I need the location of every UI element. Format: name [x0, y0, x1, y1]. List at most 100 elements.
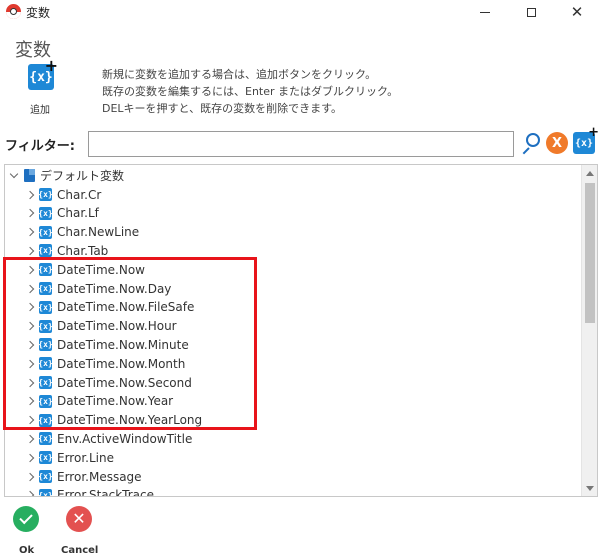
- chevron-right-icon[interactable]: [24, 264, 36, 276]
- tree-item[interactable]: {x} Error.StackTrace: [5, 486, 581, 497]
- variable-icon: {x}: [38, 357, 53, 371]
- tree-item[interactable]: {x} Error.Message: [5, 467, 581, 486]
- tree-item-label: Char.Tab: [57, 243, 109, 258]
- tree-item-label: DateTime.Now.Day: [57, 281, 172, 296]
- tree-item[interactable]: {x} Char.NewLine: [5, 223, 581, 242]
- variable-icon: {x}: [38, 394, 53, 408]
- variable-icon: {x}: [38, 263, 53, 277]
- chevron-right-icon[interactable]: [24, 226, 36, 238]
- help-text-line: DELキーを押すと、既存の変数を削除できます。: [102, 102, 343, 115]
- cancel-button[interactable]: ✕: [66, 506, 92, 532]
- chevron-right-icon[interactable]: [24, 320, 36, 332]
- help-text-line: 新規に変数を追加する場合は、追加ボタンをクリック。: [102, 68, 377, 81]
- chevron-right-icon[interactable]: [24, 489, 36, 496]
- tree-item[interactable]: {x} DateTime.Now.Second: [5, 373, 581, 392]
- tree-item-label: DateTime.Now.Year: [57, 394, 174, 409]
- tree-item-label: DateTime.Now.FileSafe: [57, 300, 195, 315]
- tree-item[interactable]: {x} Char.Tab: [5, 241, 581, 260]
- variable-icon: {x}: [38, 244, 53, 258]
- chevron-right-icon[interactable]: [24, 189, 36, 201]
- folder-icon: [24, 169, 35, 182]
- scroll-up-icon[interactable]: [582, 165, 597, 181]
- close-icon: ✕: [72, 509, 86, 528]
- tree-item-label: DateTime.Now.Minute: [57, 337, 189, 352]
- app-icon: [6, 4, 21, 19]
- help-text-line: 既存の変数を編集するには、Enter またはダブルクリック。: [102, 85, 399, 98]
- add-button-label: 追加: [30, 105, 50, 116]
- chevron-right-icon[interactable]: [24, 207, 36, 219]
- add-variable-button[interactable]: {x} +: [28, 58, 58, 90]
- chevron-right-icon[interactable]: [24, 433, 36, 445]
- chevron-down-icon[interactable]: [8, 170, 20, 182]
- variable-icon: {x}: [38, 413, 53, 427]
- cancel-label: Cancel: [61, 545, 99, 556]
- chevron-right-icon[interactable]: [24, 471, 36, 483]
- tree-item-label: DateTime.Now: [57, 262, 145, 277]
- vertical-scrollbar[interactable]: [581, 165, 597, 496]
- variable-icon: {x}: [38, 488, 53, 496]
- tree-item-label: DateTime.Now.YearLong: [57, 413, 203, 428]
- tree-item[interactable]: {x} Error.Line: [5, 448, 581, 467]
- tree-item-label: Error.Message: [57, 469, 142, 484]
- tree-item[interactable]: {x} Char.Lf: [5, 204, 581, 223]
- tree-item-label: Error.Line: [57, 450, 114, 465]
- ok-label: Ok: [19, 545, 35, 556]
- chevron-right-icon[interactable]: [24, 358, 36, 370]
- clear-filter-button[interactable]: X: [546, 132, 568, 154]
- variable-icon: {x}: [38, 282, 53, 295]
- search-icon-handle: [522, 147, 530, 155]
- tree-root-row[interactable]: デフォルト変数: [5, 166, 581, 185]
- variable-icon: {x}: [38, 319, 53, 333]
- variable-icon: {x}: [38, 206, 53, 220]
- tree-item[interactable]: {x} DateTime.Now.Hour: [5, 317, 581, 336]
- tree-item-label: DateTime.Now.Second: [57, 375, 192, 390]
- close-button[interactable]: ✕: [554, 0, 600, 24]
- tree-item[interactable]: {x} DateTime.Now.Year: [5, 392, 581, 411]
- tree-root-label: デフォルト変数: [40, 169, 125, 183]
- filter-input[interactable]: [88, 131, 514, 157]
- add-variable-small-button[interactable]: {x} +: [573, 126, 599, 154]
- tree-item-label: DateTime.Now.Month: [57, 356, 186, 371]
- tree-item[interactable]: {x} DateTime.Now.Minute: [5, 335, 581, 354]
- tree-item[interactable]: {x} DateTime.Now.FileSafe: [5, 298, 581, 317]
- window-title: 変数: [26, 6, 51, 20]
- tree-item[interactable]: {x} DateTime.Now.Day: [5, 279, 581, 298]
- variable-icon: {x}: [38, 225, 53, 239]
- close-icon: ✕: [570, 2, 584, 21]
- minimize-icon: [480, 11, 490, 13]
- chevron-right-icon[interactable]: [24, 339, 36, 351]
- variable-tree[interactable]: デフォルト変数 {x} Char.Cr {x} Char.Lf {x} Char.NewL…: [4, 164, 598, 497]
- chevron-right-icon[interactable]: [24, 283, 36, 295]
- chevron-right-icon[interactable]: [24, 395, 36, 407]
- tree-item-label: Env.ActiveWindowTitle: [57, 431, 193, 446]
- maximize-button[interactable]: [508, 0, 554, 24]
- filter-label: フィルター:: [5, 139, 75, 154]
- tree-item-label: Char.NewLine: [57, 225, 140, 240]
- scroll-down-icon[interactable]: [582, 480, 597, 496]
- tree-item-label: Error.StackTrace: [57, 488, 155, 497]
- tree-item[interactable]: {x} Env.ActiveWindowTitle: [5, 429, 581, 448]
- plus-icon: +: [44, 56, 58, 75]
- minimize-button[interactable]: [462, 0, 508, 24]
- tree-item[interactable]: {x} DateTime.Now: [5, 260, 581, 279]
- tree-item[interactable]: {x} Char.Cr: [5, 185, 581, 204]
- tree-item-label: Char.Lf: [57, 206, 99, 221]
- scrollbar-thumb[interactable]: [585, 183, 595, 323]
- chevron-right-icon[interactable]: [24, 377, 36, 389]
- variable-icon: {x}: [38, 376, 53, 389]
- tree-item[interactable]: {x} DateTime.Now.YearLong: [5, 411, 581, 430]
- variable-icon: {x}: [38, 188, 53, 201]
- chevron-right-icon[interactable]: [24, 245, 36, 257]
- tree-item[interactable]: {x} DateTime.Now.Month: [5, 354, 581, 373]
- chevron-right-icon[interactable]: [24, 301, 36, 313]
- clear-icon: X: [551, 135, 563, 151]
- tree-item-label: Char.Cr: [57, 187, 102, 202]
- maximize-icon: [526, 7, 536, 17]
- ok-button[interactable]: [13, 506, 39, 532]
- search-icon: [526, 133, 540, 147]
- chevron-right-icon[interactable]: [24, 414, 36, 426]
- chevron-right-icon[interactable]: [24, 452, 36, 464]
- search-button[interactable]: [520, 132, 542, 155]
- variable-icon: {x}: [38, 300, 53, 314]
- variable-icon: {x}: [38, 451, 53, 465]
